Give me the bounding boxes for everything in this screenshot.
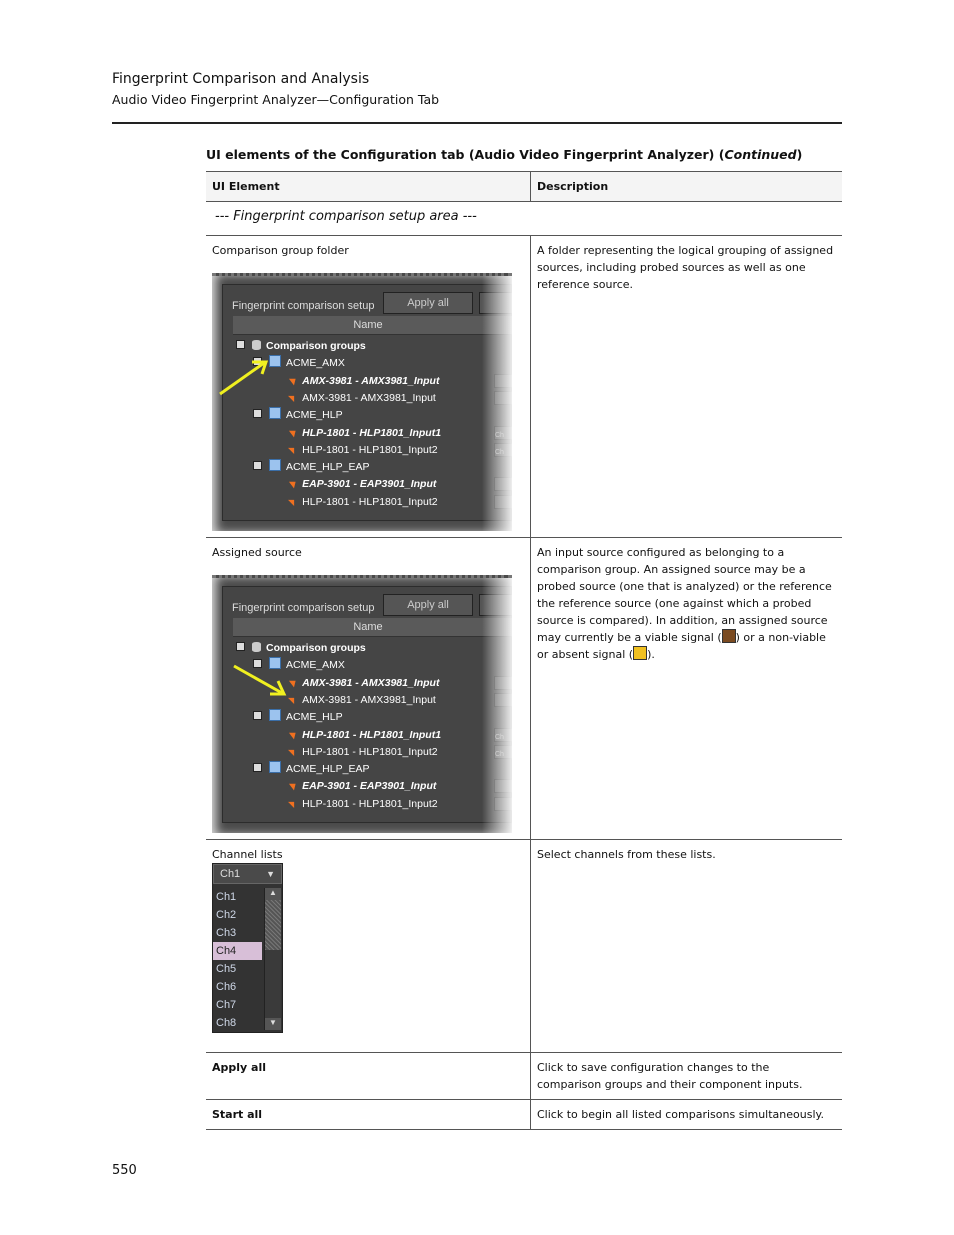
channel-option[interactable]: Ch6	[213, 978, 262, 996]
element-description: Click to save configuration changes to t…	[530, 1052, 842, 1100]
element-description: An input source configured as belonging …	[530, 537, 842, 840]
table-row: Channel lists Select channels from these …	[206, 839, 842, 1053]
col-description: Description	[530, 171, 842, 202]
channel-dropdown[interactable]: Ch1 ▼	[213, 864, 282, 884]
element-description: Click to begin all listed comparisons si…	[530, 1099, 842, 1130]
element-description: A folder representing the logical groupi…	[530, 235, 842, 538]
arrow-icon	[219, 360, 269, 396]
page-number: 550	[112, 1163, 137, 1178]
desc-part: ).	[647, 648, 655, 661]
arrow-icon	[233, 664, 287, 696]
table-row: Assigned source Fingerprint comparison se…	[206, 537, 842, 840]
chapter-title: Fingerprint Comparison and Analysis	[112, 71, 370, 87]
section-title: Audio Video Fingerprint Analyzer—Configu…	[112, 92, 440, 107]
element-description: Select channels from these lists.	[530, 839, 842, 1053]
element-name: Assigned source	[212, 546, 302, 559]
chevron-down-icon: ▼	[266, 869, 275, 879]
header-rule	[112, 122, 842, 124]
table-row: Start all Click to begin all listed compa…	[206, 1099, 842, 1130]
scroll-up-icon[interactable]: ▲	[265, 888, 281, 900]
table-header: UI Element Description	[206, 171, 842, 202]
element-name: Comparison group folder	[212, 244, 349, 257]
channel-option[interactable]: Ch1	[213, 888, 262, 906]
ui-elements-table: UI Element Description --- Fingerprint co…	[206, 171, 842, 1130]
channel-option[interactable]: Ch7	[213, 996, 262, 1014]
arrow-pointer	[219, 360, 269, 396]
section-label: --- Fingerprint comparison setup area --…	[206, 201, 842, 236]
section-row: --- Fingerprint comparison setup area --…	[206, 201, 842, 236]
col-ui-element: UI Element	[206, 171, 531, 202]
table-title-end: )	[796, 147, 803, 162]
table-row: Comparison group folder Fingerprint compa…	[206, 235, 842, 538]
channel-option[interactable]: Ch5	[213, 960, 262, 978]
channel-option[interactable]: Ch3	[213, 924, 262, 942]
arrow-pointer	[233, 664, 287, 696]
scroll-down-icon[interactable]: ▼	[265, 1018, 281, 1030]
channel-option[interactable]: Ch8	[213, 1014, 262, 1032]
table-title: UI elements of the Configuration tab (Au…	[206, 147, 842, 162]
channel-list[interactable]: Ch1 ▼ Ch1 Ch2 Ch3 Ch4 Ch5 Ch6 Ch7 Ch8 ▲ ▼	[212, 863, 283, 1033]
document-page: Fingerprint Comparison and Analysis Audi…	[0, 0, 954, 1235]
comparison-group-screenshot: Fingerprint comparison setup Apply all Nam…	[212, 273, 512, 531]
channel-option[interactable]: Ch4	[213, 942, 262, 960]
element-name: Start all	[206, 1099, 531, 1130]
viable-signal-icon	[721, 629, 736, 643]
warning-icon	[633, 646, 648, 660]
channel-selected: Ch1	[220, 868, 241, 880]
desc-part: An input source configured as belonging …	[537, 546, 832, 644]
element-name: Apply all	[206, 1052, 531, 1100]
assigned-source-screenshot: Fingerprint comparison setup Apply all Nam…	[212, 575, 512, 833]
table-title-text: UI elements of the Configuration tab (Au…	[206, 147, 725, 162]
channel-option[interactable]: Ch2	[213, 906, 262, 924]
scrollbar[interactable]: ▲ ▼	[264, 888, 281, 1030]
table-title-continued: Continued	[724, 147, 797, 162]
scroll-thumb[interactable]	[265, 900, 281, 950]
table-row: Apply all Click to save configuration cha…	[206, 1052, 842, 1100]
